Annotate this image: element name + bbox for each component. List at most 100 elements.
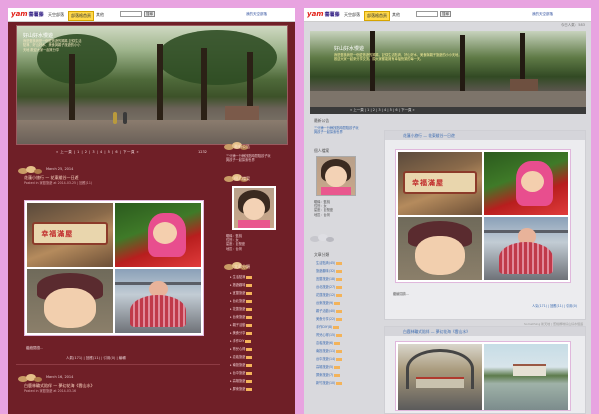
category-item[interactable]: 花蓮旅遊 [230, 306, 253, 311]
category-item[interactable]: 宜蘭旅遊(18) [316, 276, 343, 281]
post-title[interactable]: 花蓮小旅行 — 花東縱谷一日遊 [403, 133, 455, 139]
category-item[interactable]: 台東旅遊 [230, 314, 253, 319]
tree-trunk [201, 48, 207, 124]
post-title[interactable]: 白鹿林輪式陪伴 — 夢幻花海《雲山水》 [403, 329, 470, 335]
sidebar-heading-profile: 個人檔案 [234, 176, 250, 181]
photo-lake-building[interactable] [484, 344, 568, 410]
post-list: March 25, 2014 花蓮小旅行 — 花東縱谷一日遊 Posted in… [16, 160, 220, 414]
category-item[interactable]: 育兒心得 [230, 346, 253, 351]
read-more-link[interactable]: 繼續閱讀... [26, 346, 43, 351]
pagination[interactable]: « 上一頁 | 1 | 2 | 3 | 4 | 5 | 6 | 下一頁 » [350, 108, 415, 113]
photo-girl-umbrella[interactable] [484, 217, 568, 280]
photo-girl-flowers[interactable] [484, 152, 568, 215]
post-header: March 25, 2014 花蓮小旅行 — 花東縱谷一日遊 Posted in… [16, 164, 220, 185]
my-blog-link[interactable]: 我的天空部落 [246, 12, 267, 17]
sidebar-heading-categories: 文章分類 [314, 252, 330, 257]
menu-blog-home[interactable]: 部落格首頁 [364, 11, 390, 21]
avatar[interactable] [316, 156, 356, 196]
sidebar-heading-news: 最新公告 [314, 118, 330, 123]
top-toolbar: yam蕃薯藤 天空部落 部落格首頁 其他 搜尋 我的天空部落 [304, 8, 591, 22]
yam-logo[interactable]: yam蕃薯藤 [11, 10, 44, 18]
post-header: 花蓮小旅行 — 花東縱谷一日遊 [385, 131, 585, 140]
category-item[interactable]: 旅遊趣味(32) [316, 268, 343, 273]
category-item[interactable]: 屏東旅遊 [230, 386, 253, 391]
category-item[interactable]: 台北旅遊 [230, 298, 253, 303]
sidebar: 最新公告 三分鐘一分鐘找點時間陪孩子玩 與孩子一起探索世界 個人檔案 暱稱：藍桃… [224, 140, 290, 414]
header-banner-image: 好山好水慢遊 我是藍桃我是一個愛旅遊的媽媽，記錄生活點滴、好山好水、美食與親子旅… [310, 31, 586, 107]
category-item[interactable]: 台中旅遊(14) [316, 356, 343, 361]
photo-collage: 幸福滿屋 [395, 149, 571, 283]
cloud-deco-icon [310, 234, 336, 242]
photo-girl-umbrella[interactable] [115, 269, 201, 333]
photo-girl-flowers[interactable] [115, 203, 201, 267]
photo-bridge-train[interactable] [398, 344, 482, 410]
category-item[interactable]: 宜蘭旅遊 [230, 290, 253, 295]
sidebar-news-text[interactable]: 三分鐘一分鐘找點時間陪孩子玩 與孩子一起探索世界 [314, 126, 359, 134]
my-blog-link[interactable]: 我的天空部落 [532, 12, 553, 17]
category-item[interactable]: 育兒心得(15) [316, 332, 343, 337]
post-footer-stats[interactable]: 人氣(171) | 回應(11) | 引用(0) [532, 303, 577, 308]
category-item[interactable]: 旅遊趣味 [230, 282, 253, 287]
yam-logo[interactable]: yam蕃薯藤 [307, 10, 340, 18]
category-item[interactable]: 嘉義旅遊 [230, 354, 253, 359]
category-item[interactable]: 生活點滴(45) [316, 260, 343, 265]
read-more-link[interactable]: 繼續閱讀... [393, 291, 409, 296]
menu-friends[interactable]: 天空部落 [46, 11, 66, 19]
post-header: 白鹿林輪式陪伴 — 夢幻花海《雲山水》 [385, 327, 585, 336]
sidebar: 最新公告 三分鐘一分鐘找點時間陪孩子玩 與孩子一起探索世界 個人檔案 暱稱：藍桃… [310, 116, 380, 414]
category-item[interactable]: 台中旅遊 [230, 370, 253, 375]
photo-collage [395, 341, 571, 411]
photo-wooden-sign[interactable]: 幸福滿屋 [398, 152, 482, 215]
sidebar-heading-categories: 文章分類 [234, 264, 250, 269]
blog-description: 我是藍桃我是一個愛旅遊的媽媽 記錄生活點滴、好山好水、美食與親子旅遊的小小天地 … [23, 39, 82, 52]
blog-page-light-theme: yam蕃薯藤 天空部落 部落格首頁 其他 搜尋 我的天空部落 今日人氣：583 … [304, 8, 591, 414]
search-button[interactable]: 搜尋 [144, 11, 155, 17]
category-item[interactable]: 花蓮旅遊(12) [316, 292, 343, 297]
person-figure [113, 112, 117, 124]
blog-title[interactable]: 好山好水慢遊 [334, 45, 364, 52]
person-figure [123, 112, 127, 124]
search-button[interactable]: 搜尋 [440, 11, 451, 17]
category-item[interactable]: 南投旅遊 [230, 362, 253, 367]
menu-friends[interactable]: 天空部落 [342, 11, 362, 19]
photo-wooden-sign[interactable]: 幸福滿屋 [27, 203, 113, 267]
post-date: March 25, 2014 [46, 167, 74, 171]
photo-girl-smile[interactable] [27, 269, 113, 333]
pagination[interactable]: « 上一頁 | 1 | 2 | 3 | 4 | 5 | 6 | 下一頁 » [56, 150, 216, 155]
category-item[interactable]: 生活點滴 [230, 274, 253, 279]
search-input[interactable] [416, 11, 438, 17]
avatar[interactable] [232, 186, 276, 230]
category-item[interactable]: 親子活動(40) [316, 308, 343, 313]
category-item[interactable]: 高雄旅遊 [230, 378, 253, 383]
menu-blog-home[interactable]: 部落格首頁 [68, 11, 94, 21]
sidebar-heading-news: 最新公告 [234, 144, 250, 149]
post-footer-stats[interactable]: 人氣(171) | 回應(11) | 引用(0) | 編輯 [66, 356, 126, 361]
visitor-count: 今日人氣：583 [560, 23, 585, 27]
category-item[interactable]: 美食分享 [230, 330, 253, 335]
post-list: 花蓮小旅行 — 花東縱谷一日遊 幸福滿屋 繼續閱讀... 人氣(171) | 回… [384, 116, 588, 414]
category-item[interactable]: 台北旅遊(27) [316, 284, 343, 289]
menu-extra[interactable]: 其他 [94, 11, 106, 19]
category-item[interactable]: 台東旅遊(9) [316, 300, 341, 305]
watermark-text: Something 新天地 | 藍桃媽咪好山好水慢遊 [524, 322, 584, 326]
menu-extra[interactable]: 其他 [390, 11, 402, 19]
top-toolbar: yam蕃薯藤 天空部落 部落格首頁 其他 搜尋 我的天空部落 [8, 8, 295, 22]
category-item[interactable]: 新竹旅遊(10) [316, 380, 343, 385]
category-item[interactable]: 手作DIY [230, 338, 252, 343]
category-item[interactable]: 親子活動 [230, 322, 253, 327]
blog-title[interactable]: 好山好水慢遊 [23, 32, 53, 39]
visitor-count: 1232 [198, 150, 207, 154]
post-meta: Posted in 家庭旅遊 at 2014-03-25 | 回應(11) [24, 181, 93, 185]
search-input[interactable] [120, 11, 142, 17]
category-item[interactable]: 屏東旅遊(7) [316, 372, 341, 377]
category-item[interactable]: 高雄旅遊(5) [316, 364, 341, 369]
category-item[interactable]: 南投旅遊(11) [316, 348, 343, 353]
category-item[interactable]: 美食分享(22) [316, 316, 343, 321]
category-item[interactable]: 手作DIY(8) [316, 324, 340, 329]
photo-girl-smile[interactable] [398, 217, 482, 280]
sidebar-heading-profile: 個人檔案 [314, 148, 330, 153]
cloud-deco-icon [18, 374, 44, 382]
header-banner-image: 好山好水慢遊 我是藍桃我是一個愛旅遊的媽媽 記錄生活點滴、好山好水、美食與親子旅… [16, 25, 288, 145]
sidebar-news-text: 三分鐘一分鐘找點時間陪孩子玩 與孩子一起探索世界 [226, 154, 271, 163]
category-item[interactable]: 嘉義旅遊(6) [316, 340, 341, 345]
